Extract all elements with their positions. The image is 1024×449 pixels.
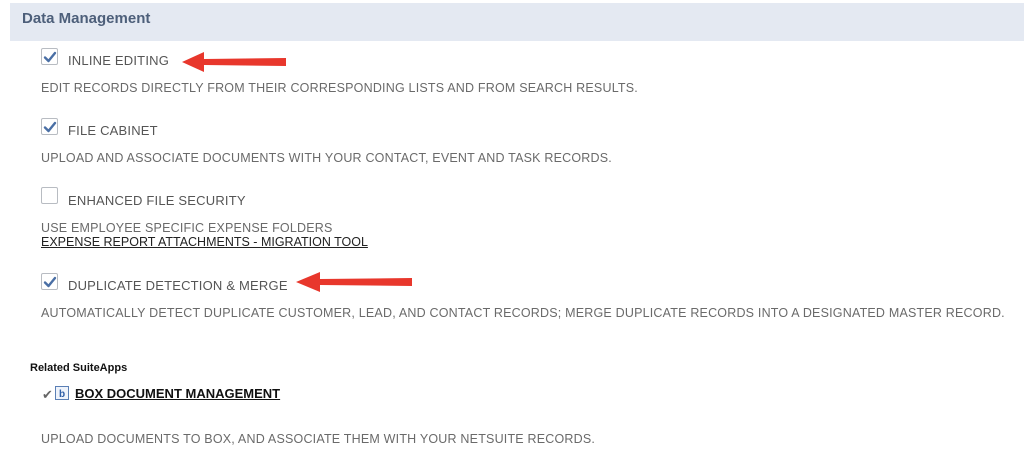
annotation-arrow-icon: [182, 52, 286, 72]
enhanced-file-security-description: USE EMPLOYEE SPECIFIC EXPENSE FOLDERS: [41, 221, 333, 235]
checkmark-icon: [43, 51, 57, 63]
file-cabinet-checkbox[interactable]: [41, 118, 58, 135]
related-suiteapps-heading: Related SuiteApps: [30, 362, 128, 374]
box-app-description: UPLOAD DOCUMENTS TO BOX, AND ASSOCIATE T…: [41, 432, 596, 446]
duplicate-detection-label: DUPLICATE DETECTION & MERGE: [68, 278, 288, 293]
inline-editing-label: INLINE EDITING: [68, 53, 170, 68]
duplicate-detection-checkbox[interactable]: [41, 273, 58, 290]
enhanced-file-security-label: ENHANCED FILE SECURITY: [68, 193, 246, 208]
checkmark-icon: [43, 276, 57, 288]
annotation-arrow-icon: [296, 272, 412, 292]
svg-text:b: b: [59, 389, 65, 399]
duplicate-detection-description: AUTOMATICALLY DETECT DUPLICATE CUSTOMER,…: [41, 306, 1005, 320]
checkmark-icon: [43, 121, 57, 133]
file-cabinet-label: FILE CABINET: [68, 123, 158, 138]
inline-editing-description: EDIT RECORDS DIRECTLY FROM THEIR CORRESP…: [41, 81, 638, 95]
box-app-icon: b: [55, 386, 69, 400]
expense-migration-tool-link[interactable]: EXPENSE REPORT ATTACHMENTS - MIGRATION T…: [41, 235, 368, 249]
file-cabinet-description: UPLOAD AND ASSOCIATE DOCUMENTS WITH YOUR…: [41, 151, 612, 165]
installed-check-icon: ✔: [42, 387, 53, 402]
inline-editing-checkbox[interactable]: [41, 48, 58, 65]
box-document-management-link[interactable]: BOX DOCUMENT MANAGEMENT: [75, 386, 280, 401]
section-title: Data Management: [22, 10, 151, 27]
section-header: [10, 3, 1024, 41]
enhanced-file-security-checkbox[interactable]: [41, 187, 58, 204]
